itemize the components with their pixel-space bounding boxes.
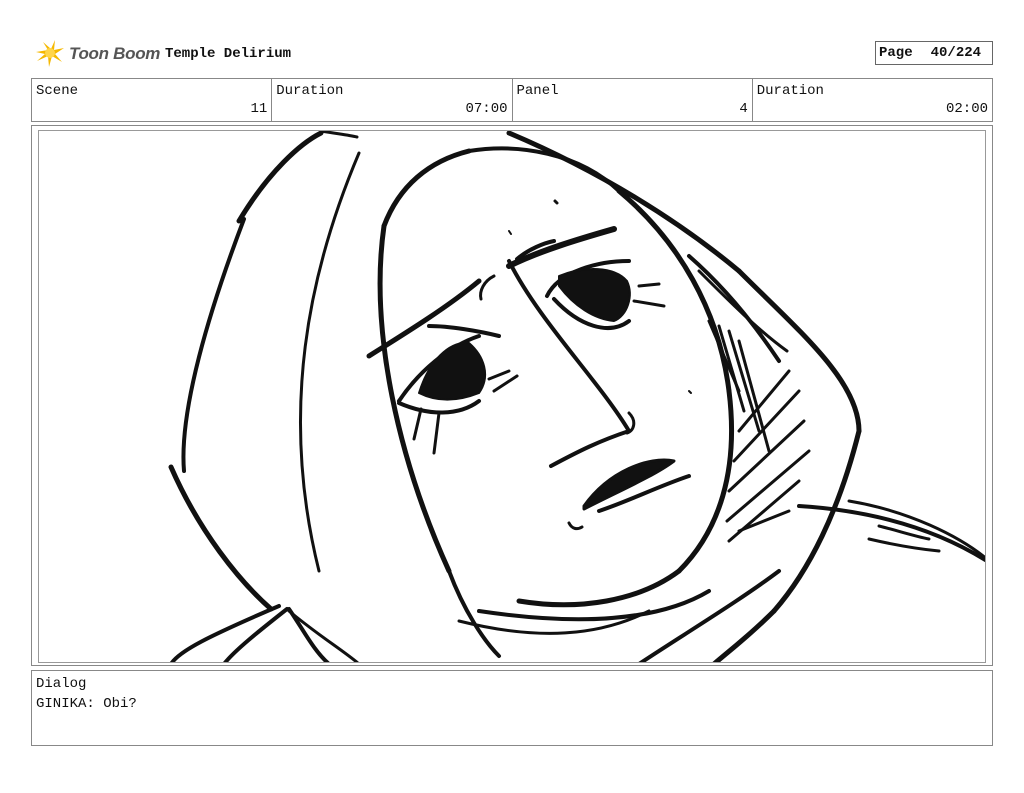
page-label: Page (879, 45, 913, 61)
dialog-label: Dialog (36, 676, 87, 692)
page-value: 40/224 (930, 45, 982, 61)
logo-wordmark: Toon Boom (69, 44, 161, 63)
scene-value: 11 (250, 101, 268, 117)
project-title: Temple Delirium (165, 46, 292, 62)
dialog-box: Dialog GINIKA: Obi? (31, 670, 993, 746)
scene-duration-cell: Duration 07:00 (272, 79, 513, 121)
panel-drawing-area (38, 130, 986, 663)
star-burst-icon (36, 40, 64, 67)
panel-cell: Panel 4 (513, 79, 753, 121)
scene-cell: Scene 11 (32, 79, 273, 121)
panel-label: Panel (516, 83, 559, 99)
toon-boom-logo: Toon Boom (34, 38, 160, 70)
panel-duration-value: 02:00 (945, 101, 988, 117)
panel-info-row: Scene 11 Duration 07:00 Panel 4 Duration… (31, 78, 993, 122)
panel-duration-label: Duration (756, 83, 824, 99)
scene-label: Scene (36, 83, 79, 99)
storyboard-panel-frame (31, 125, 993, 666)
storyboard-header: Toon Boom Temple Delirium Page 40/224 (31, 36, 993, 72)
panel-duration-cell: Duration 02:00 (753, 79, 992, 121)
dialog-text: GINIKA: Obi? (36, 696, 137, 712)
character-sketch (168, 131, 985, 662)
scene-duration-label: Duration (276, 83, 344, 99)
panel-value: 4 (739, 101, 748, 117)
scene-duration-value: 07:00 (465, 101, 508, 117)
page-counter: Page 40/224 (875, 41, 993, 65)
